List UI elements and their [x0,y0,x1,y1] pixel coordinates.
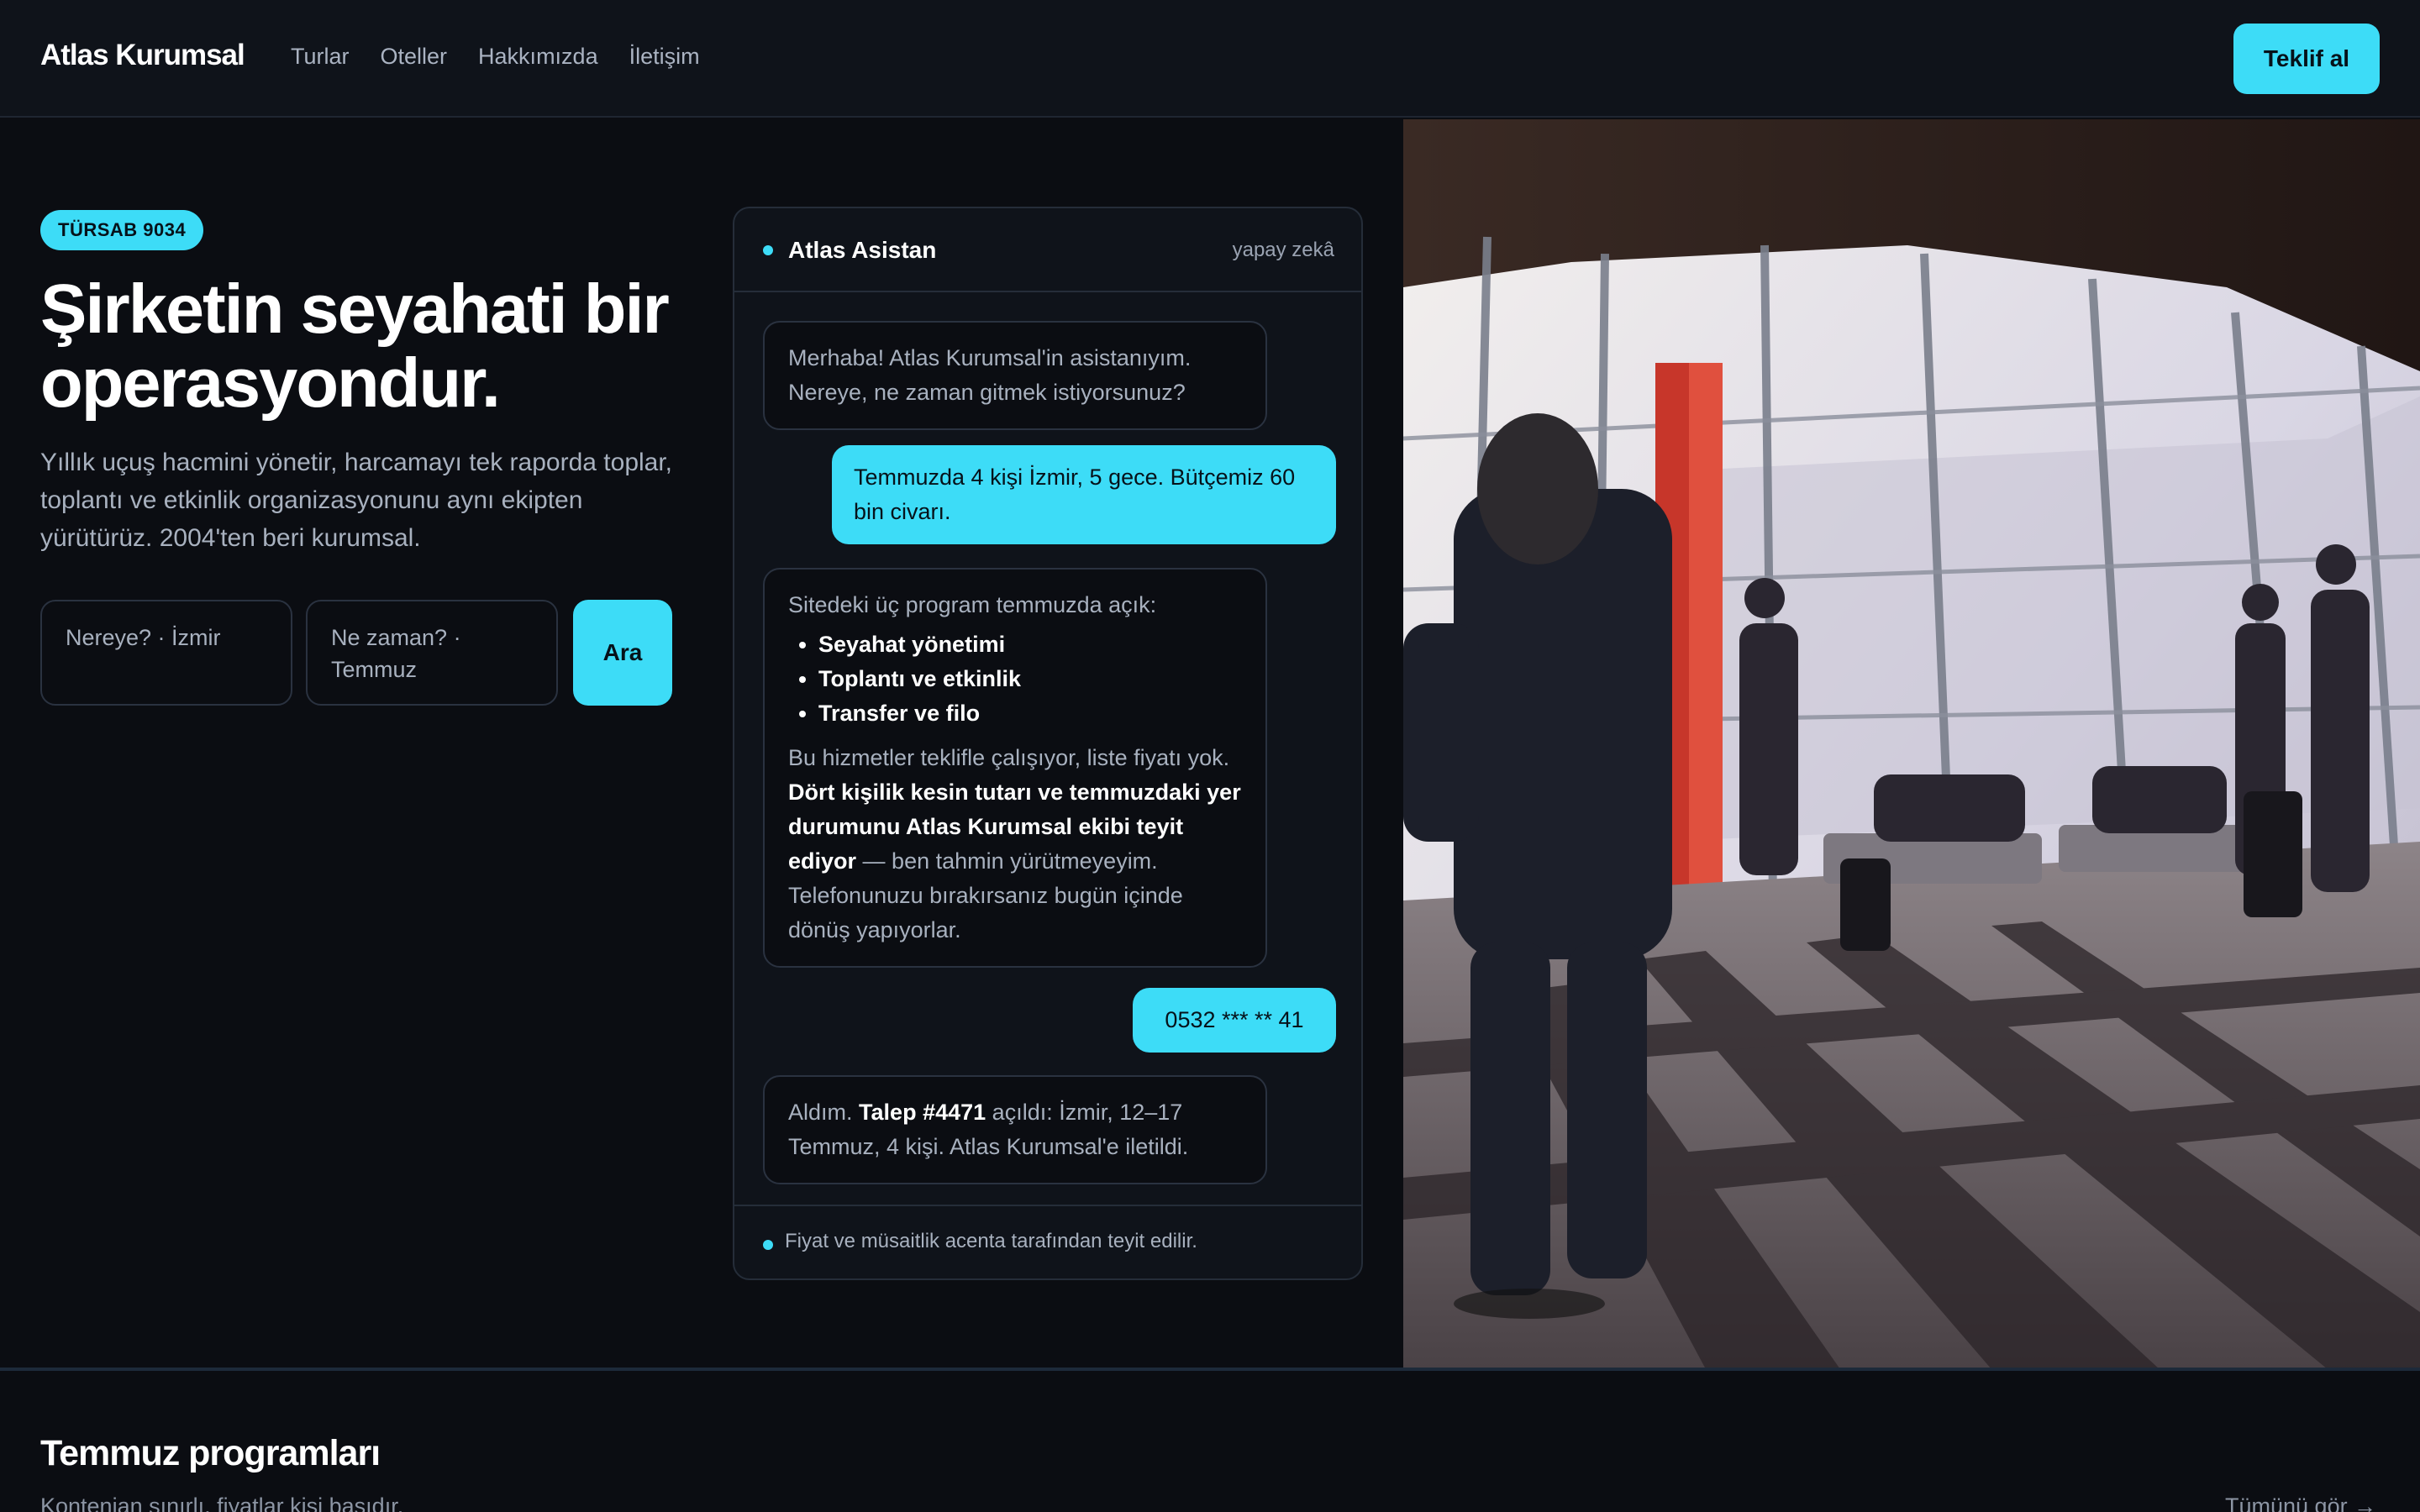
message-intro: Sitedeki üç program temmuzda açık: [788,592,1157,617]
chat-panel: Atlas Asistan yapay zekâ Merhaba! Atlas … [733,207,1363,1280]
section-title: Temmuz programları [40,1433,381,1473]
chat-title: Atlas Asistan [788,237,937,263]
top-bar: Atlas Kurumsal Turlar Oteller Hakkımızda… [0,0,2420,118]
message-body: Bu hizmetler teklifle çalışıyor, liste f… [788,741,1242,948]
chat-header: Atlas Asistan yapay zekâ [734,208,1361,292]
date-field[interactable]: Ne zaman? · Temmuz [306,600,558,706]
chat-footer: Fiyat ve müsaitlik acenta tarafından tey… [734,1205,1361,1278]
message-text: Aldım. [788,1100,853,1125]
nav-link-hotels[interactable]: Oteller [381,44,448,70]
brand-logo[interactable]: Atlas Kurumsal [40,39,245,72]
main-nav: Turlar Oteller Hakkımızda İletişim [291,44,700,70]
get-quote-button[interactable]: Teklif al [2233,24,2380,94]
online-dot-icon [763,245,773,255]
section-divider [0,1368,2420,1371]
disclaimer-text: Fiyat ve müsaitlik acenta tarafından tey… [785,1230,1197,1252]
assistant-message: Aldım. Talep #4471 açıldı: İzmir, 12–17 … [763,1075,1267,1184]
hero-title: Şirketin seyahati bir operasyondur. [40,270,670,422]
destination-field[interactable]: Nereye? · İzmir [40,600,292,706]
nav-link-tours[interactable]: Turlar [291,44,350,70]
license-badge: TÜRSAB 9034 [40,210,204,250]
list-item: Transfer ve filo [818,696,1242,731]
ai-tag: yapay zekâ [1232,239,1334,261]
user-message: 0532 *** ** 41 [1133,988,1336,1053]
see-all-link[interactable]: Tümünü gör → [2225,1494,2376,1512]
assistant-message: Merhaba! Atlas Kurumsal'in asistanıyım. … [763,321,1267,430]
request-id: Talep #4471 [859,1100,986,1125]
section-subtitle: Kontenjan sınırlı, fiyatlar kişi başıdır… [40,1494,404,1512]
search-button[interactable]: Ara [573,600,672,706]
hero-image [1403,119,2420,1369]
assistant-message: Sitedeki üç program temmuzda açık: Seyah… [763,568,1267,968]
list-item: Seyahat yönetimi [818,627,1242,662]
message-text: Bu hizmetler teklifle çalışıyor, liste f… [788,745,1230,770]
airport-terminal-photo [1403,119,2420,1369]
nav-link-contact[interactable]: İletişim [629,44,700,70]
hero-subtitle: Yıllık uçuş hacmini yönetir, harcamayı t… [40,449,673,552]
info-dot-icon [763,1240,773,1250]
program-list: Seyahat yönetimi Toplantı ve etkinlik Tr… [788,627,1242,731]
user-message: Temmuzda 4 kişi İzmir, 5 gece. Bütçemiz … [832,445,1336,544]
list-item: Toplantı ve etkinlik [818,662,1242,696]
nav-link-about[interactable]: Hakkımızda [478,44,598,70]
